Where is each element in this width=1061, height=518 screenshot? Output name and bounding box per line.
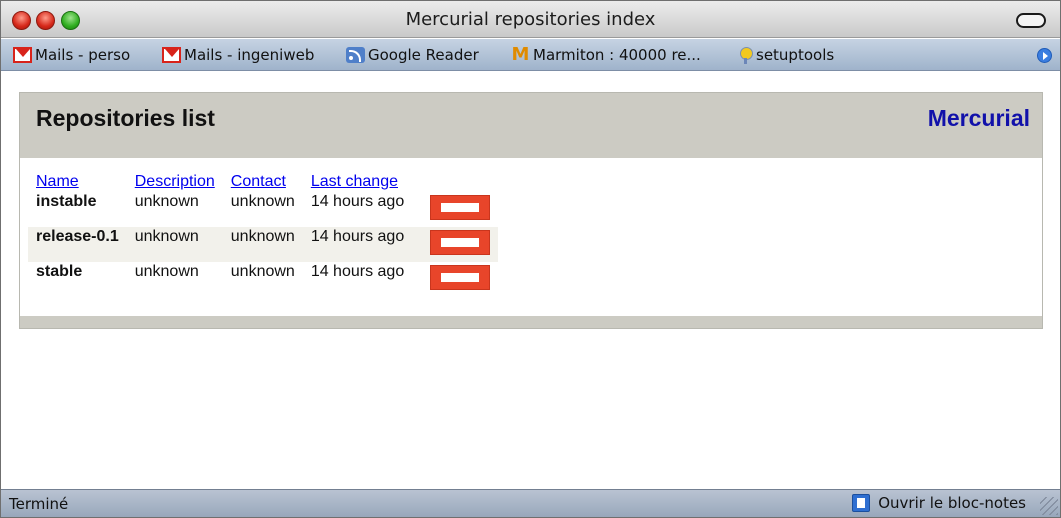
repo-description-text: unknown <box>134 228 199 245</box>
sort-by-contact-link[interactable]: Contact <box>231 173 286 190</box>
sort-by-description-link[interactable]: Description <box>135 173 215 190</box>
mercurial-link[interactable]: Mercurial <box>928 105 1030 132</box>
title-bar[interactable]: Mercurial repositories index <box>1 1 1060 38</box>
rss-feed-button[interactable] <box>430 230 491 255</box>
repo-last-change-text: 14 hours ago <box>310 263 405 280</box>
repo-name-link[interactable]: release-0.1 <box>36 227 119 246</box>
bookmark-label: Mails - ingeniweb <box>184 46 315 64</box>
repo-last-change-text: 14 hours ago <box>310 193 405 210</box>
repo-last-change: 14 hours ago <box>302 227 413 262</box>
repo-contact-text: unknown <box>230 228 295 245</box>
column-header-feed <box>412 171 498 192</box>
page-title: Repositories list <box>36 105 215 131</box>
bookmark-label: Mails - perso <box>35 46 131 64</box>
repositories-panel: Repositories list Mercurial Name Descrip… <box>19 92 1043 329</box>
bookmark-label: Google Reader <box>368 46 479 64</box>
gmail-icon <box>162 47 181 63</box>
rss-feed-button[interactable] <box>430 265 491 290</box>
repo-contact: unknown <box>223 192 303 227</box>
window-title: Mercurial repositories index <box>405 9 656 30</box>
bookmark-mails-ingeniweb[interactable]: Mails - ingeniweb <box>162 45 314 65</box>
column-header-last-change: Last change <box>303 171 412 192</box>
repo-feed <box>412 262 498 297</box>
repo-last-change-text: 14 hours ago <box>310 228 405 245</box>
repo-contact-text: unknown <box>230 263 295 280</box>
gmail-icon <box>13 47 32 63</box>
table-row[interactable]: stable unknown unknown 14 hours ago <box>28 262 498 297</box>
panel-footer <box>20 316 1042 328</box>
column-header-name: Name <box>28 171 127 192</box>
table-row[interactable]: release-0.1 unknown unknown 14 hours ago <box>28 227 499 262</box>
repo-name-link[interactable]: instable <box>36 192 119 211</box>
bookmark-marmiton[interactable]: M Marmiton : 40000 re... <box>511 45 701 65</box>
column-header-description: Description <box>127 171 223 192</box>
repo-description-text: unknown <box>134 193 199 210</box>
table-row[interactable]: instable unknown unknown 14 hours ago <box>28 192 498 227</box>
repo-feed <box>412 227 499 262</box>
open-notes-label: Ouvrir le bloc-notes <box>878 494 1026 512</box>
repo-contact-text: unknown <box>230 193 295 210</box>
marmiton-icon: M <box>511 44 530 65</box>
repo-last-change: 14 hours ago <box>303 192 412 227</box>
open-notes-button[interactable]: Ouvrir le bloc-notes <box>852 494 1026 512</box>
notepad-icon <box>852 494 871 512</box>
status-text: Terminé <box>9 495 69 513</box>
bookmark-label: setuptools <box>756 46 835 64</box>
page-content: Repositories list Mercurial Name Descrip… <box>1 72 1060 488</box>
status-bar: Terminé Ouvrir le bloc-notes <box>1 489 1060 517</box>
repo-name[interactable]: stable <box>28 262 127 297</box>
panel-header: Repositories list Mercurial <box>20 93 1042 158</box>
resize-grip-icon[interactable] <box>1040 497 1058 515</box>
bookmark-setuptools[interactable]: setuptools <box>739 45 834 65</box>
toolbar-toggle-button[interactable] <box>1016 13 1046 28</box>
table-header-row: Name Description Contact Last change <box>28 171 498 192</box>
repo-description: unknown <box>127 192 223 227</box>
column-header-contact: Contact <box>223 171 303 192</box>
bookmark-label: Marmiton : 40000 re... <box>533 46 701 64</box>
repo-description: unknown <box>126 227 223 262</box>
repo-last-change: 14 hours ago <box>303 262 412 297</box>
sort-by-last-change-link[interactable]: Last change <box>311 173 398 190</box>
sort-by-name-link[interactable]: Name <box>36 173 79 190</box>
rss-feed-button[interactable] <box>430 195 491 220</box>
bookmarks-bar: Mails - perso Mails - ingeniweb Google R… <box>1 39 1060 71</box>
browser-window: Mercurial repositories index Mails - per… <box>0 0 1061 518</box>
setuptools-icon <box>739 47 753 64</box>
repo-description: unknown <box>127 262 223 297</box>
repo-description-text: unknown <box>134 263 199 280</box>
more-bookmarks-arrow-icon[interactable] <box>1037 48 1052 63</box>
repo-contact: unknown <box>223 262 303 297</box>
bookmark-google-reader[interactable]: Google Reader <box>346 45 479 65</box>
repositories-table: Name Description Contact Last change ins… <box>28 171 499 297</box>
repo-name[interactable]: release-0.1 <box>28 227 127 262</box>
repo-feed <box>412 192 498 227</box>
repo-name[interactable]: instable <box>28 192 127 227</box>
rss-icon <box>346 47 365 63</box>
repo-contact: unknown <box>222 227 303 262</box>
repo-name-link[interactable]: stable <box>36 262 119 281</box>
bookmark-mails-perso[interactable]: Mails - perso <box>13 45 130 65</box>
